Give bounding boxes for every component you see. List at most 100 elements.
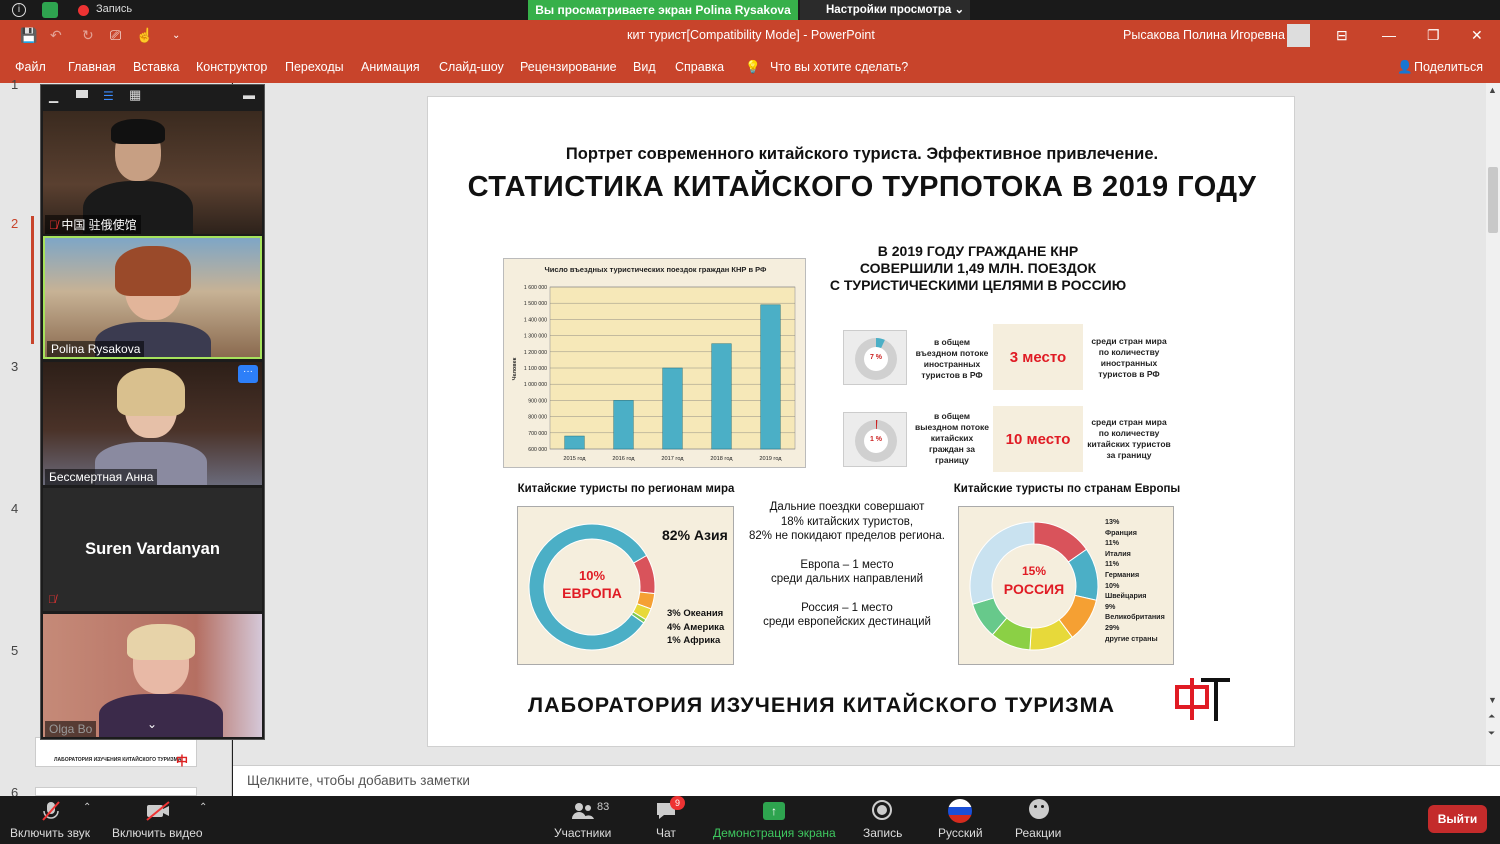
minimize-icon[interactable]: — bbox=[1382, 27, 1396, 43]
grid-view-icon[interactable]: ▦ bbox=[129, 87, 141, 103]
tab-design[interactable]: Конструктор bbox=[196, 60, 267, 74]
summary-line: В 2019 ГОДУ ГРАЖДАНЕ КНР bbox=[877, 243, 1079, 259]
europe-center-pct: 15% bbox=[1021, 564, 1047, 578]
person-icon: 👤 bbox=[1397, 60, 1413, 74]
strip-view-icon[interactable]: ☰ bbox=[103, 89, 114, 103]
close-icon[interactable]: ✕ bbox=[1471, 27, 1483, 44]
more-options-icon[interactable]: ··· bbox=[238, 365, 258, 383]
participants-icon[interactable] bbox=[570, 800, 596, 827]
regions-center-pct: 10% bbox=[578, 568, 606, 583]
chat-button[interactable]: Чат bbox=[656, 826, 676, 840]
scroll-up-icon[interactable]: ▲ bbox=[1488, 85, 1497, 95]
lab-logo-svg bbox=[1175, 678, 1230, 721]
video-tile[interactable]: ··· Бессмертная Анна bbox=[43, 362, 262, 485]
europe-legend-line: 9% bbox=[1105, 601, 1116, 611]
participants-button[interactable]: Участники bbox=[554, 826, 611, 840]
reactions-button[interactable]: Реакции bbox=[1015, 826, 1061, 840]
tab-slideshow[interactable]: Слайд-шоу bbox=[439, 60, 504, 74]
slide-thumbnail[interactable]: ЛАБОРАТОРИЯ ИЗУЧЕНИЯ КИТАЙСКОГО ТУРИЗМА … bbox=[35, 737, 197, 768]
participant-hair bbox=[111, 119, 165, 144]
participant-hair bbox=[127, 624, 195, 660]
expand-panel-icon[interactable]: ▬ bbox=[243, 88, 255, 102]
europe-legend-line: 10% bbox=[1105, 580, 1120, 590]
ribbon-display-icon[interactable]: ⊟ bbox=[1336, 27, 1348, 44]
bar bbox=[760, 304, 781, 450]
participant-name-large: Suren Vardanyan bbox=[85, 540, 220, 558]
bar bbox=[613, 400, 634, 450]
y-tick-label: 600 000 bbox=[528, 447, 547, 453]
info-icon[interactable]: i bbox=[12, 3, 26, 17]
middle-text: Дальние поездки совершают 18% китайских … bbox=[743, 500, 951, 630]
stat2-right-line: среди стран мира bbox=[1091, 417, 1167, 427]
video-tile-no-video[interactable]: Suren Vardanyan 🎙̸ bbox=[43, 488, 262, 611]
video-off-icon[interactable] bbox=[145, 800, 171, 827]
tab-insert[interactable]: Вставка bbox=[133, 60, 179, 74]
stat1-left-line: въездном потоке bbox=[915, 348, 989, 358]
slide-canvas[interactable]: Портрет современного китайского туриста.… bbox=[427, 96, 1295, 747]
russian-flag-icon[interactable] bbox=[948, 799, 972, 823]
tell-me-input[interactable]: Что вы хотите сделать? bbox=[770, 60, 908, 74]
tab-home[interactable]: Главная bbox=[68, 60, 116, 74]
next-slide-icon[interactable]: ⏷ bbox=[1488, 728, 1495, 739]
video-tile[interactable]: 🎙̸ 中国 驻俄使馆 bbox=[43, 111, 262, 234]
record-icon[interactable] bbox=[872, 800, 892, 820]
regions-other-labels: 3% Океания 4% Америка 1% Африка bbox=[667, 607, 724, 648]
shield-icon[interactable] bbox=[42, 2, 58, 18]
bar bbox=[662, 367, 683, 450]
single-view-icon[interactable] bbox=[76, 90, 88, 98]
user-name[interactable]: Рысакова Полина Игоревна bbox=[1123, 28, 1285, 42]
start-video-button[interactable]: Включить видео bbox=[112, 826, 203, 840]
participant-name: Polina Rysakova bbox=[47, 341, 145, 357]
vertical-scrollbar[interactable]: ▲ ▼ ⏶ ⏷ bbox=[1486, 83, 1500, 765]
tab-help[interactable]: Справка bbox=[675, 60, 724, 74]
prev-slide-icon[interactable]: ⏶ bbox=[1488, 711, 1495, 722]
mic-muted-icon[interactable] bbox=[40, 800, 62, 827]
restore-icon[interactable]: ❐ bbox=[1427, 27, 1440, 44]
y-tick-label: 1 100 000 bbox=[524, 366, 547, 372]
customize-qa-icon[interactable]: ⌄ bbox=[172, 30, 180, 41]
y-tick-label: 900 000 bbox=[528, 398, 547, 404]
touch-mode-icon[interactable]: ☝ bbox=[136, 27, 153, 44]
tab-view[interactable]: Вид bbox=[633, 60, 656, 74]
tab-transitions[interactable]: Переходы bbox=[285, 60, 344, 74]
zoom-top-bar: i Запись Вы просматриваете экран Polina … bbox=[0, 0, 1500, 20]
x-tick-label: 2018 год bbox=[710, 456, 733, 462]
scroll-thumb[interactable] bbox=[1488, 167, 1498, 233]
y-axis-label: Человек bbox=[512, 357, 518, 380]
leave-button[interactable]: Выйти bbox=[1428, 805, 1487, 833]
user-avatar[interactable] bbox=[1287, 24, 1310, 47]
language-button[interactable]: Русский bbox=[938, 826, 983, 840]
share-screen-icon[interactable]: ↑ bbox=[763, 802, 785, 820]
audio-options-chevron[interactable]: ⌃ bbox=[83, 802, 91, 813]
undo-icon[interactable]: ↶ bbox=[50, 27, 62, 44]
stat2-right-line: за границу bbox=[1106, 450, 1152, 460]
redo-icon[interactable]: ↻ bbox=[82, 27, 94, 44]
video-tile-active-speaker[interactable]: Polina Rysakova bbox=[43, 236, 262, 359]
y-tick-label: 1 600 000 bbox=[524, 285, 547, 291]
document-title: кит турист[Compatibility Mode] - PowerPo… bbox=[627, 28, 875, 42]
video-options-chevron[interactable]: ⌃ bbox=[199, 802, 207, 813]
unmute-button[interactable]: Включить звук bbox=[10, 826, 90, 840]
present-icon[interactable]: ⎚ bbox=[110, 27, 121, 44]
share-screen-button[interactable]: Демонстрация экрана bbox=[713, 826, 836, 840]
tab-file[interactable]: Файл bbox=[15, 60, 46, 74]
chevron-down-icon[interactable]: ⌄ bbox=[147, 717, 157, 731]
stat1-place-box: 3 место bbox=[993, 324, 1083, 390]
share-button[interactable]: Поделиться bbox=[1414, 60, 1483, 74]
view-options-button[interactable]: Настройки просмотра ⌄ bbox=[800, 0, 970, 20]
tab-animations[interactable]: Анимация bbox=[361, 60, 420, 74]
slide-thumbnail[interactable] bbox=[35, 787, 197, 796]
regions-chart-frame: 10% ЕВРОПА 82% Азия 3% Океания 4% Америк… bbox=[517, 506, 734, 665]
tab-review[interactable]: Рецензирование bbox=[520, 60, 617, 74]
record-button[interactable]: Запись bbox=[863, 826, 902, 840]
summary-text: В 2019 ГОДУ ГРАЖДАНЕ КНР СОВЕРШИЛИ 1,49 … bbox=[828, 243, 1128, 294]
reactions-icon[interactable] bbox=[1029, 799, 1049, 819]
notes-placeholder[interactable]: Щелкните, чтобы добавить заметки bbox=[247, 773, 470, 788]
save-icon[interactable]: 💾 bbox=[20, 27, 37, 44]
slide-number: 5 bbox=[11, 643, 19, 658]
stat1-right-line: туристов в РФ bbox=[1098, 369, 1160, 379]
notes-pane[interactable]: Щелкните, чтобы добавить заметки bbox=[233, 765, 1500, 796]
video-tile[interactable]: Olga Bo ⌄ bbox=[43, 614, 262, 737]
minimize-panel-icon[interactable]: ▁ bbox=[49, 89, 58, 103]
scroll-down-icon[interactable]: ▼ bbox=[1488, 695, 1497, 705]
